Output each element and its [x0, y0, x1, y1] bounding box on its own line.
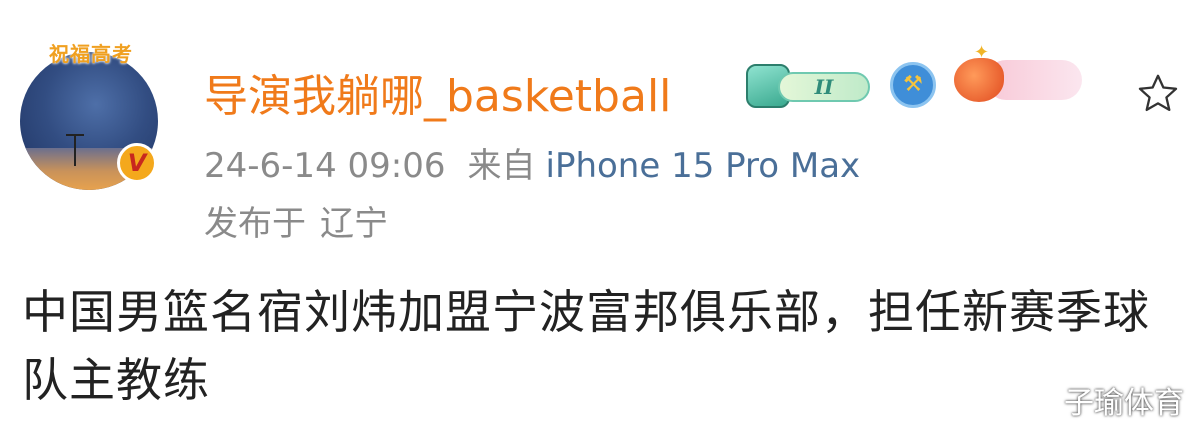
avatar-street-lamp — [74, 134, 76, 166]
post-text: 中国男篮名宿刘炜加盟宁波富邦俱乐部，担任新赛季球队主教练 — [22, 285, 1150, 407]
fish-icon — [954, 58, 1004, 102]
verified-badge-letter: V — [127, 149, 147, 177]
post-location: 发布于 辽宁 — [204, 196, 388, 245]
shield-hammer-icon[interactable]: ⚒ — [890, 62, 936, 108]
level-badge-text: II — [814, 75, 834, 99]
source-prefix: 来自 — [467, 146, 536, 186]
level-badge-icon[interactable]: II — [746, 64, 872, 108]
username-link[interactable]: 导演我躺哪_basketball — [204, 60, 671, 124]
avatar-street-lamp-arm — [66, 134, 84, 136]
level-pill: II — [778, 72, 870, 102]
post-time: 24-6-14 09:06 — [204, 146, 446, 186]
star-outline-icon — [1138, 74, 1178, 112]
avatar-caption: 祝福高考 — [49, 42, 133, 66]
verified-icon: V — [117, 143, 157, 183]
favorite-star-button[interactable] — [1132, 68, 1184, 120]
sparkle-icon: ✦ — [974, 42, 990, 63]
location-prefix: 发布于 — [204, 204, 306, 244]
fish-badge-icon[interactable]: ✦ — [946, 42, 1086, 112]
hammer-glyph: ⚒ — [903, 72, 923, 97]
avatar[interactable]: 祝福高考 V — [14, 38, 174, 198]
watermark: 子瑜体育 — [1064, 386, 1184, 421]
location-name: 辽宁 — [320, 204, 388, 244]
post-meta: 24-6-14 09:06 来自 iPhone 15 Pro Max — [204, 138, 860, 187]
device-link[interactable]: iPhone 15 Pro Max — [546, 146, 861, 186]
